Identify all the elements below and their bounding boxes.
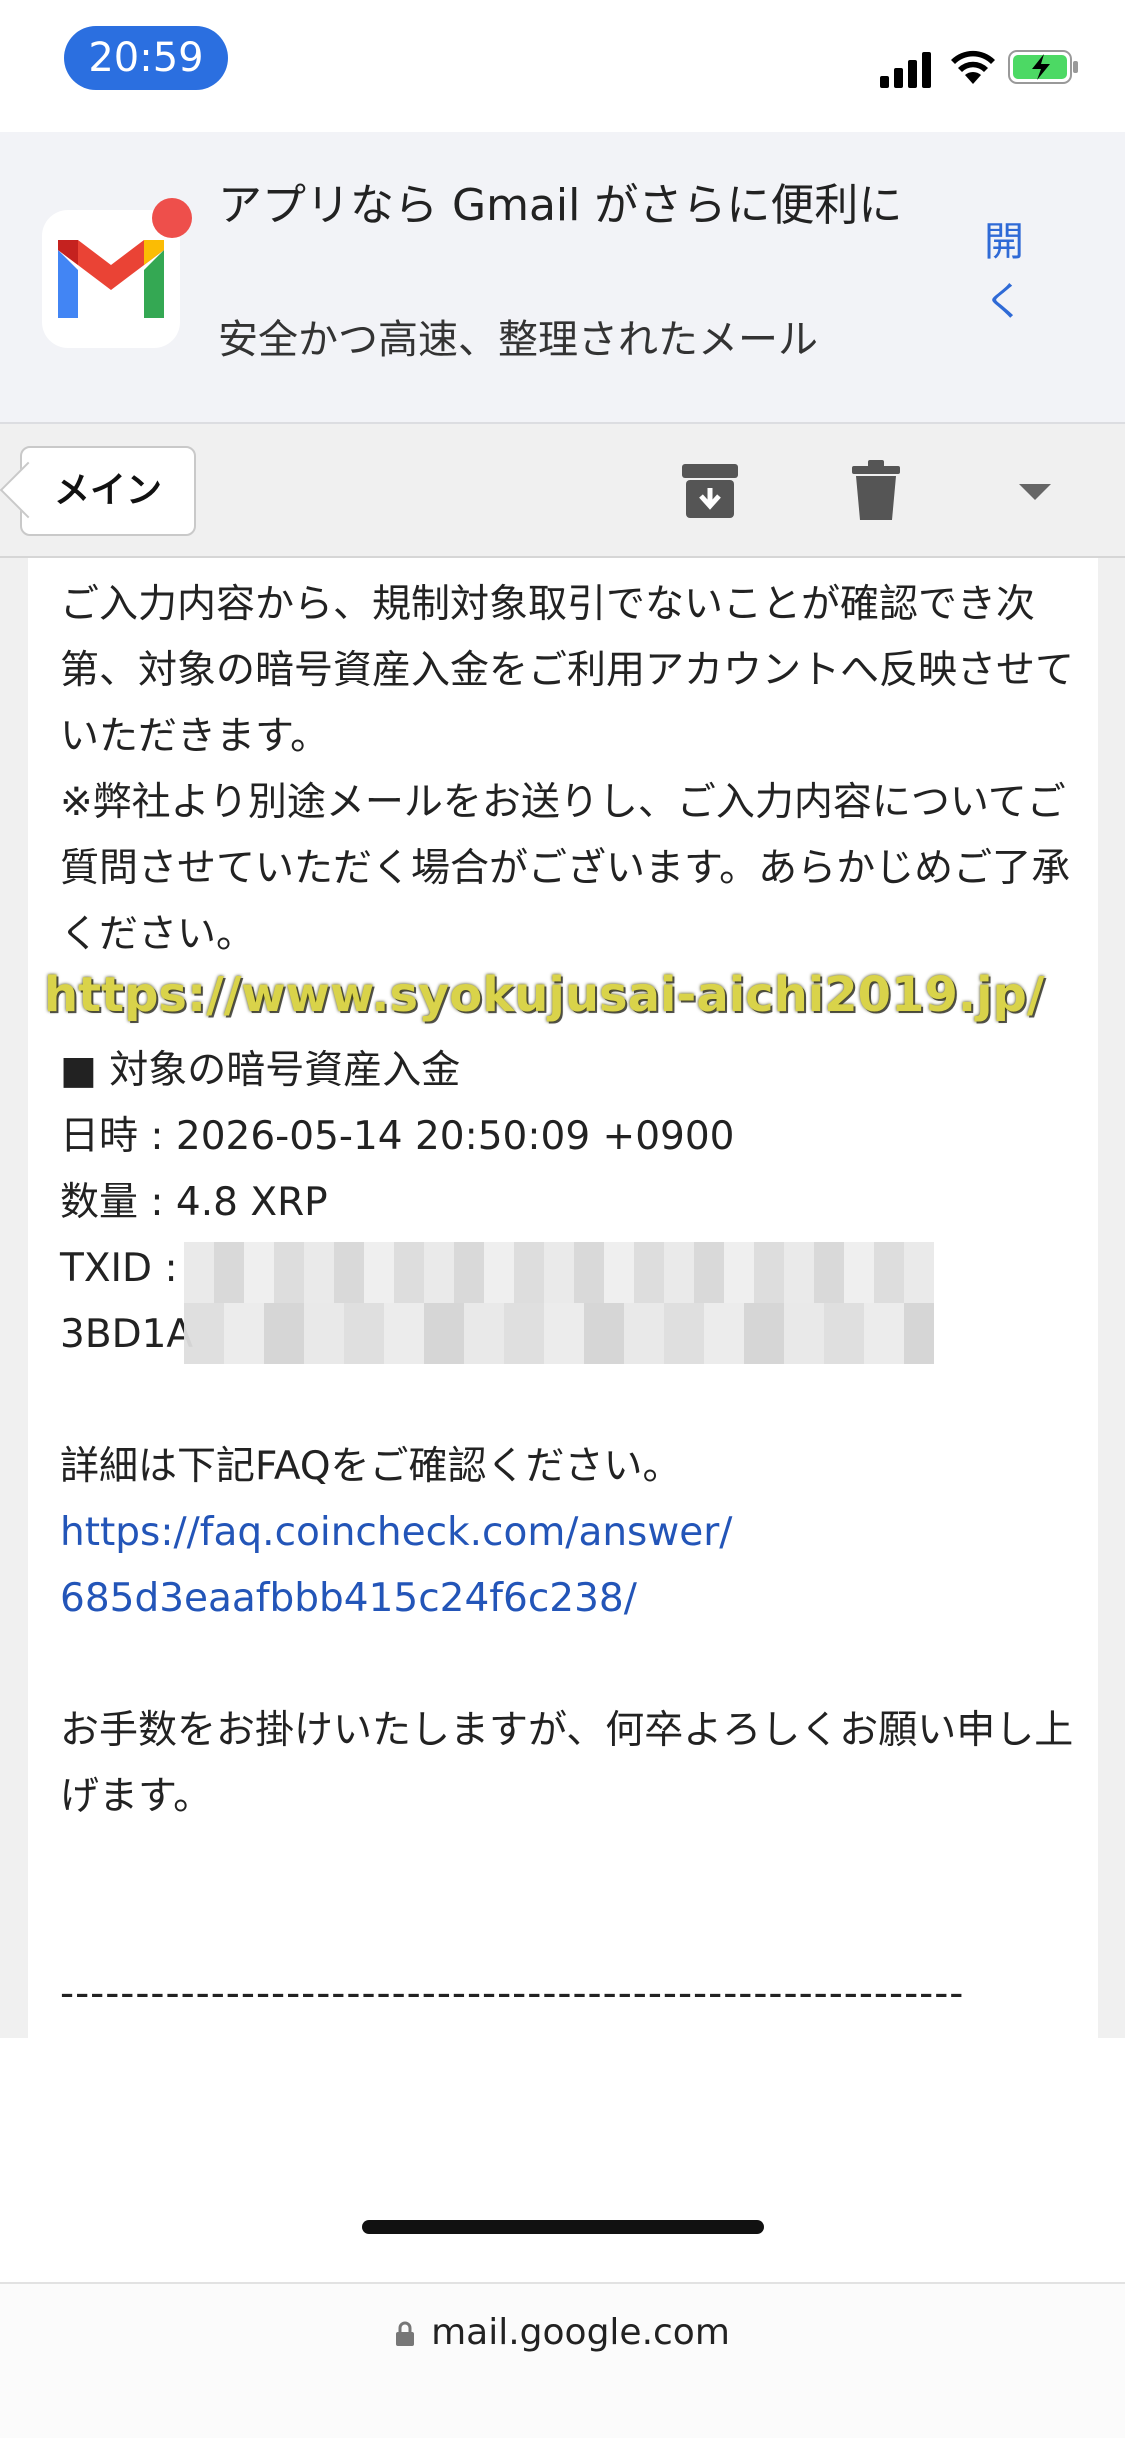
back-button[interactable]: メイン <box>20 446 196 536</box>
battery-charging-icon <box>1008 50 1078 84</box>
archive-icon[interactable] <box>680 458 740 522</box>
home-indicator[interactable] <box>362 2220 764 2234</box>
url-domain: mail.google.com <box>431 2312 730 2353</box>
status-time: 20:59 <box>64 26 228 90</box>
email-toolbar: メイン <box>0 424 1125 558</box>
browser-url-bar[interactable]: mail.google.com <box>0 2282 1125 2438</box>
trash-icon[interactable] <box>846 458 906 522</box>
back-button-label: メイン <box>53 470 162 511</box>
cellular-signal-icon <box>880 48 936 88</box>
watermark-url: https://www.syokujusai-aichi2019.jp/ <box>44 967 1045 1023</box>
banner-title: アプリなら Gmail がさらに便利に <box>218 180 903 231</box>
faq-link[interactable]: https://faq.coincheck.com/answer/ 685d3e… <box>60 1500 1080 1632</box>
banner-subtitle: 安全かつ高速、整理されたメール <box>218 317 818 363</box>
divider-line: ----------------------------------------… <box>60 1971 965 2016</box>
email-paragraph-intro: ご入力内容から、規制対象取引でないことが確認でき次第、対象の暗号資産入金をご利用… <box>60 582 1075 957</box>
notification-dot-icon <box>152 198 192 238</box>
chevron-down-icon[interactable] <box>1015 480 1055 504</box>
open-app-button[interactable]: 開く <box>984 212 1024 332</box>
lock-icon <box>396 2321 415 2346</box>
wifi-icon <box>951 50 995 84</box>
section-heading: ■ 対象の暗号資産入金 <box>60 1048 461 1093</box>
amount-line: 数量 : 4.8 XRP <box>60 1180 328 1225</box>
faq-intro: 詳細は下記FAQをご確認ください。 <box>60 1444 682 1489</box>
app-install-banner[interactable]: アプリなら Gmail がさらに便利に 安全かつ高速、整理されたメール 開く <box>0 132 1125 424</box>
status-bar: 20:59 <box>0 0 1125 132</box>
closing-text: お手数をお掛けいたしますが、何卒よろしくお願い申し上げます。 <box>60 1708 1074 1819</box>
txid-redacted <box>184 1242 934 1364</box>
txid-label: TXID : <box>60 1246 178 1291</box>
txid-partial: 3BD1A <box>60 1312 194 1357</box>
datetime-line: 日時 : 2026-05-14 20:50:09 +0900 <box>60 1114 735 1159</box>
